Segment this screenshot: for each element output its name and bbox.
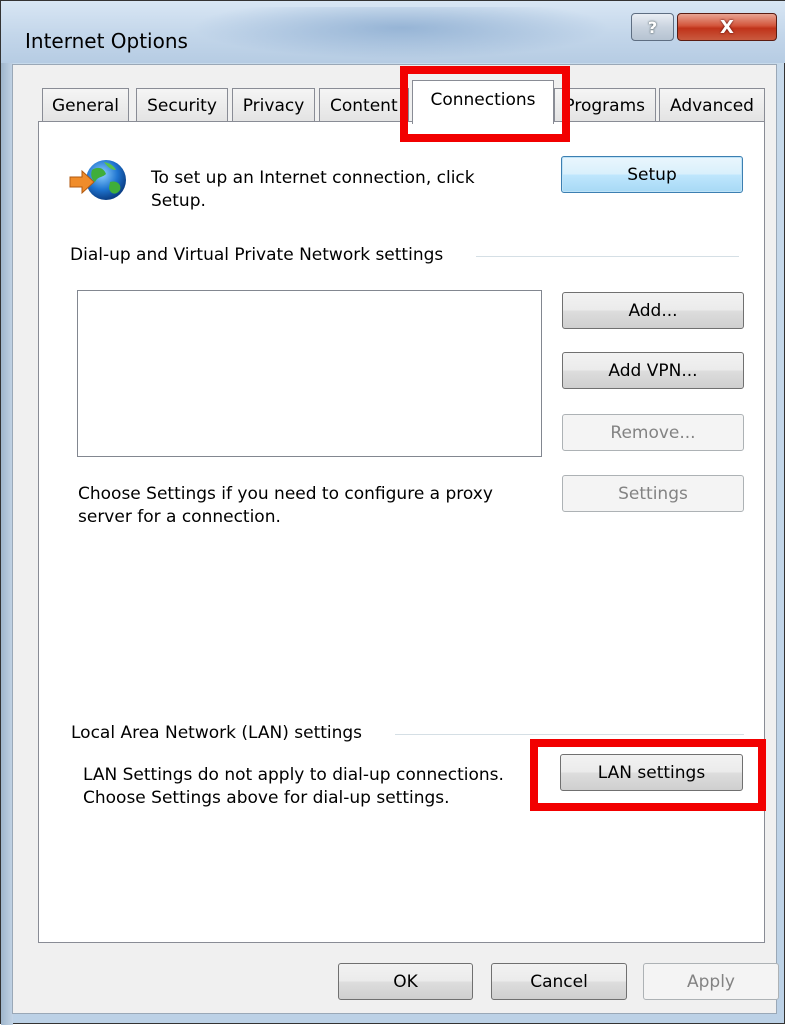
remove-button[interactable]: Remove... (562, 414, 744, 451)
setup-description-line1: To set up an Internet connection, click (151, 168, 475, 188)
close-button[interactable]: X (677, 13, 777, 41)
setup-button[interactable]: Setup (561, 156, 743, 193)
help-button[interactable]: ? (631, 13, 674, 41)
title-bar-glare (191, 7, 611, 59)
lan-settings-highlight (530, 739, 766, 811)
setup-description-line2: Setup. (151, 191, 206, 211)
title-bar[interactable]: Internet Options ? X (1, 1, 785, 63)
connections-tab-highlight (400, 66, 570, 142)
network-globe-icon (69, 160, 126, 200)
lan-section-label: Local Area Network (LAN) settings (71, 723, 363, 743)
settings-description-line1: Choose Settings if you need to configure… (78, 484, 493, 504)
setup-description: To set up an Internet connection, click … (151, 167, 475, 213)
cancel-button[interactable]: Cancel (491, 963, 627, 1000)
lan-section-divider (395, 734, 744, 735)
settings-description-line2: server for a connection. (78, 507, 281, 527)
tab-privacy[interactable]: Privacy (232, 88, 315, 122)
connections-list[interactable] (77, 290, 542, 457)
help-icon: ? (647, 17, 658, 37)
dialup-section-divider (476, 256, 739, 257)
settings-button[interactable]: Settings (562, 475, 744, 512)
close-icon: X (720, 16, 734, 38)
window-title: Internet Options (25, 29, 188, 53)
apply-button[interactable]: Apply (643, 963, 779, 1000)
settings-description: Choose Settings if you need to configure… (78, 483, 493, 529)
ok-button[interactable]: OK (338, 963, 473, 1000)
dialup-section-label: Dial-up and Virtual Private Network sett… (70, 245, 444, 265)
lan-description-line1: LAN Settings do not apply to dial-up con… (83, 765, 504, 785)
tab-security[interactable]: Security (136, 88, 228, 122)
tab-content[interactable]: Content (319, 88, 409, 122)
add-vpn-button[interactable]: Add VPN... (562, 352, 744, 389)
lan-description: LAN Settings do not apply to dial-up con… (83, 764, 504, 810)
add-button[interactable]: Add... (562, 292, 744, 329)
lan-description-line2: Choose Settings above for dial-up settin… (83, 788, 450, 808)
tab-advanced[interactable]: Advanced (659, 88, 765, 122)
tab-general[interactable]: General (42, 88, 129, 122)
